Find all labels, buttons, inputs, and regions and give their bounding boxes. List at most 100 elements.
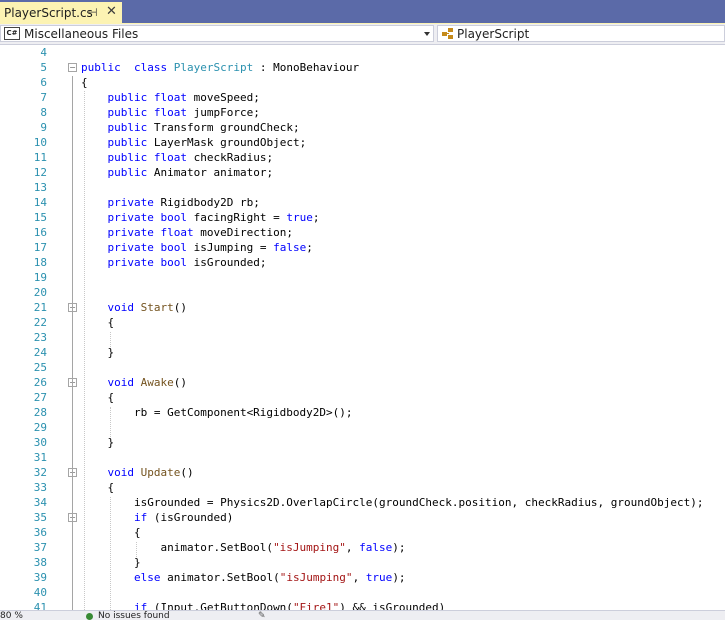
code-line[interactable]: 30 } <box>0 435 725 450</box>
code-line[interactable]: 34 isGrounded = Physics2D.OverlapCircle(… <box>0 495 725 510</box>
line-number: 6 <box>40 76 47 89</box>
code-line[interactable]: 13 <box>0 180 725 195</box>
code-text: public LayerMask groundObject; <box>81 135 307 150</box>
class-fold-line <box>72 76 73 610</box>
code-token: "Fire1" <box>292 601 340 610</box>
code-line[interactable]: 22 { <box>0 315 725 330</box>
code-line[interactable]: 11 public float checkRadius; <box>0 150 725 165</box>
code-line[interactable]: 21− void Start() <box>0 300 725 315</box>
code-token: isJumping = <box>186 241 274 254</box>
code-text: else animator.SetBool("isJumping", true)… <box>81 570 406 585</box>
code-line[interactable]: 31 <box>0 450 725 465</box>
indent-guide-class <box>84 91 85 610</box>
code-line[interactable]: 4 <box>0 45 725 60</box>
line-number: 22 <box>33 316 47 329</box>
code-token: } <box>81 436 115 449</box>
code-token: Animator animator; <box>147 166 274 179</box>
project-dropdown[interactable]: C# Miscellaneous Files <box>0 25 434 42</box>
code-text: { <box>81 75 88 90</box>
line-number: 7 <box>40 91 47 104</box>
line-number: 10 <box>33 136 47 149</box>
code-token: Transform groundCheck; <box>147 121 300 134</box>
code-token: Update <box>140 466 181 479</box>
code-line[interactable]: 9 public Transform groundCheck; <box>0 120 725 135</box>
code-text: public float checkRadius; <box>81 150 274 165</box>
collapse-toggle-icon[interactable]: − <box>68 63 77 72</box>
code-line[interactable]: 41 if (Input.GetButtonDown("Fire1") && i… <box>0 600 725 610</box>
type-dropdown[interactable]: PlayerScript <box>437 25 725 42</box>
code-token: moveDirection; <box>193 226 293 239</box>
code-token: { <box>81 481 115 494</box>
indent-guide-awake <box>110 407 111 437</box>
code-text: isGrounded = Physics2D.OverlapCircle(gro… <box>81 495 704 510</box>
code-line[interactable]: 27 { <box>0 390 725 405</box>
code-token: rb = GetComponent<Rigidbody2D>(); <box>81 406 353 419</box>
code-line[interactable]: 23 <box>0 330 725 345</box>
line-number: 17 <box>33 241 47 254</box>
code-text: private bool isJumping = false; <box>81 240 313 255</box>
code-token: else <box>133 571 161 584</box>
code-line[interactable]: 32− void Update() <box>0 465 725 480</box>
code-line[interactable]: 24 } <box>0 345 725 360</box>
code-text: if (Input.GetButtonDown("Fire1") && isGr… <box>81 600 445 610</box>
chevron-down-icon[interactable] <box>424 32 430 36</box>
code-line[interactable]: 6{ <box>0 75 725 90</box>
code-editor[interactable]: 4 5− public class PlayerScript : MonoBehav… <box>0 45 725 610</box>
code-line[interactable]: 17 private bool isJumping = false; <box>0 240 725 255</box>
code-line[interactable]: 40 <box>0 585 725 600</box>
code-line[interactable]: 18 private bool isGrounded; <box>0 255 725 270</box>
line-number: 28 <box>33 406 47 419</box>
code-line[interactable]: 39 else animator.SetBool("isJumping", tr… <box>0 570 725 585</box>
code-line[interactable]: 26− void Awake() <box>0 375 725 390</box>
code-line[interactable]: 33 { <box>0 480 725 495</box>
code-token: isGrounded = Physics2D.OverlapCircle(gro… <box>81 496 704 509</box>
code-line[interactable]: 10 public LayerMask groundObject; <box>0 135 725 150</box>
code-token: moveSpeed; <box>187 91 260 104</box>
line-number: 24 <box>33 346 47 359</box>
tab-playerscript[interactable]: PlayerScript.cs ⊣ ✕ <box>0 2 122 23</box>
close-icon[interactable]: ✕ <box>106 4 117 19</box>
code-line[interactable]: 28 rb = GetComponent<Rigidbody2D>(); <box>0 405 725 420</box>
code-line[interactable]: 36 { <box>0 525 725 540</box>
code-token: public <box>107 91 148 104</box>
code-line[interactable]: 15 private bool facingRight = true; <box>0 210 725 225</box>
code-token: public <box>107 166 148 179</box>
code-line[interactable]: 14 private Rigidbody2D rb; <box>0 195 725 210</box>
code-line[interactable]: 16 private float moveDirection; <box>0 225 725 240</box>
code-line[interactable]: 25 <box>0 360 725 375</box>
code-token: float <box>153 106 187 119</box>
line-number: 20 <box>33 286 47 299</box>
code-line[interactable]: 7 public float moveSpeed; <box>0 90 725 105</box>
code-token: } <box>81 346 115 359</box>
line-number: 34 <box>33 496 47 509</box>
code-token: float <box>153 151 187 164</box>
pin-icon[interactable]: ⊣ <box>88 6 98 19</box>
line-number: 18 <box>33 256 47 269</box>
code-token: () <box>180 466 194 479</box>
code-token: Rigidbody2D rb; <box>153 196 260 209</box>
line-number: 27 <box>33 391 47 404</box>
line-number: 29 <box>33 421 47 434</box>
code-token: private <box>107 226 154 239</box>
code-line[interactable]: 19 <box>0 270 725 285</box>
line-number: 38 <box>33 556 47 569</box>
code-line[interactable]: 29 <box>0 420 725 435</box>
code-line[interactable]: 35− if (isGrounded) <box>0 510 725 525</box>
indent-guide-start <box>110 332 111 347</box>
code-line[interactable]: 37 animator.SetBool("isJumping", false); <box>0 540 725 555</box>
code-line[interactable]: 12 public Animator animator; <box>0 165 725 180</box>
code-text: private float moveDirection; <box>81 225 293 240</box>
code-text: public Animator animator; <box>81 165 274 180</box>
code-text: { <box>81 480 114 495</box>
code-token: public <box>107 121 148 134</box>
code-line[interactable]: 5 − public class PlayerScript : MonoBehavi… <box>0 60 725 75</box>
code-line[interactable]: 8 public float jumpForce; <box>0 105 725 120</box>
code-token: private <box>107 211 154 224</box>
code-line[interactable]: 38 } <box>0 555 725 570</box>
code-line[interactable]: 20 <box>0 285 725 300</box>
